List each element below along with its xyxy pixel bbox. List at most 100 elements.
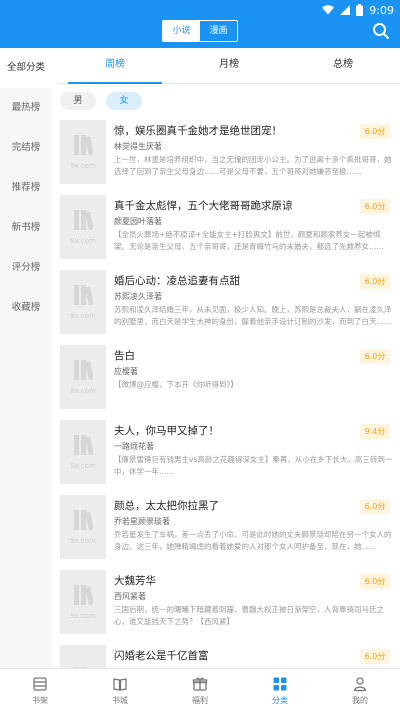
bookstore-icon xyxy=(113,677,127,691)
book-title: 大魏芳华 xyxy=(114,575,156,587)
book-description: 【廉景雷锤巨有钱男主vs高龄之花趣得深女主】秦苒，从小在乡下长大，高三转到一中，… xyxy=(114,455,393,476)
book-list-item[interactable]: 9x.com 惊，娱乐圈真千金她才是绝世团宠！ 林觉得生厌著 上一世，林墨是培养… xyxy=(58,120,400,186)
book-author: 颜夏园叶落著 xyxy=(114,217,162,226)
tab-comic[interactable]: 漫画 xyxy=(200,21,237,41)
book-list-item[interactable]: 9x.com 大魏芳华 西风紧著 三国后期，统一的曙曦下暗藏着阴霾，曹魏大权正被… xyxy=(58,570,400,636)
book-author: 应樱著 xyxy=(114,367,138,376)
battery-icon xyxy=(356,4,364,16)
book-cover: 9x.com xyxy=(60,495,106,559)
nav-label: 书架 xyxy=(32,695,48,705)
nav-welfare[interactable]: 福利 xyxy=(160,669,240,712)
top-app-bar: 9:09 小说 漫画 xyxy=(0,0,400,48)
tab-weekly[interactable]: 周榜 xyxy=(58,48,172,84)
book-title: 闪婚老公是千亿首富 xyxy=(114,650,209,662)
cover-watermark: 9x.com xyxy=(70,312,96,320)
book-title: 真千金太彪悍，五个大佬哥哥跪求原谅 xyxy=(114,200,293,212)
signal-icon xyxy=(340,5,351,15)
book-list-item[interactable]: 9x.com 婚后心动：凌总追妻有点甜 苏熙凌久泽著 苏熙和凌久泽结婚三年，从未… xyxy=(58,270,400,336)
book-list-item[interactable]: 9x.com 颜总，太太把你拉黑了 乔若星顾景琰著 乔若星发生了车祸，差一点丢了… xyxy=(58,495,400,561)
book-cover: 9x.com xyxy=(60,120,106,184)
book-title: 告白 xyxy=(114,350,135,362)
nav-profile[interactable]: 我的 xyxy=(320,669,400,712)
book-author: 林觉得生厌著 xyxy=(114,142,162,151)
sidebar-item-favorites[interactable]: 收藏榜 xyxy=(0,288,52,328)
book-description: 上一世，林墨是培养组织中，当之无愧的团宠小公主。为了逃离十多个疯批哥哥，她选择了… xyxy=(114,155,392,176)
bookshelf-icon xyxy=(33,676,47,691)
book-score: 9.4分 xyxy=(360,424,390,439)
book-description: 【微博@应樱，下本开《你听得到》】 xyxy=(114,380,238,389)
nav-bookshelf[interactable]: 书架 xyxy=(0,669,80,712)
book-author: 一路烦花著 xyxy=(114,442,154,451)
profile-icon xyxy=(353,676,367,691)
wifi-icon xyxy=(322,5,335,15)
nav-label: 我的 xyxy=(352,695,368,705)
gender-female-chip[interactable]: 女 xyxy=(106,92,142,110)
cover-watermark: 9x.com xyxy=(70,162,96,170)
cover-watermark: 9x.com xyxy=(70,387,96,395)
cover-watermark: 9x.com xyxy=(70,612,96,620)
nav-category[interactable]: 分类 xyxy=(240,669,320,712)
book-description: 三国后期，统一的曙曦下暗藏着阴霾，曹魏大权正被日渐架空，人背靠骑司马氏之心，谁又… xyxy=(114,605,384,626)
sidebar-item-hottest[interactable]: 最热榜 xyxy=(0,88,52,128)
cover-watermark: 9x.com xyxy=(70,537,96,545)
nav-label: 福利 xyxy=(192,695,208,705)
book-title: 夫人，你马甲又掉了！ xyxy=(114,425,219,437)
book-description: 乔若星发生了车祸，差一点丢了小命，可是此时她的丈夫顾景琰却陪在另一个女人的身边。… xyxy=(114,530,392,551)
book-list-item[interactable]: 9x.com 告白 应樱著 【微博@应樱，下本开《你听得到》】 6.0分 xyxy=(58,345,400,411)
book-score: 6.0分 xyxy=(360,649,390,664)
ranking-sidebar: 全部分类 最热榜 完结榜 推荐榜 新书榜 评分榜 收藏榜 xyxy=(0,48,52,668)
book-cover: 9x.com xyxy=(60,345,106,409)
tab-monthly[interactable]: 月榜 xyxy=(172,48,286,83)
book-title: 惊，娱乐圈真千金她才是绝世团宠！ xyxy=(114,125,282,137)
book-placeholder-icon xyxy=(74,210,93,231)
book-title: 颜总，太太把你拉黑了 xyxy=(114,500,219,512)
nav-bookstore[interactable]: 书城 xyxy=(80,669,160,712)
sidebar-item-recommended[interactable]: 推荐榜 xyxy=(0,168,52,208)
tab-total[interactable]: 总榜 xyxy=(286,48,400,83)
book-author: 乔若星顾景琰著 xyxy=(114,517,170,526)
book-description: 苏熙和凌久泽结婚三年，从未见面，极少人知。晚上，苏熙是总裁夫人，躺在凌久泽的别墅… xyxy=(114,305,392,326)
book-placeholder-icon xyxy=(74,285,93,306)
book-placeholder-icon xyxy=(74,585,93,606)
book-cover: 9x.com xyxy=(60,570,106,634)
book-cover: 9x.com xyxy=(60,270,106,334)
book-description: 【全员火葬场+绝不原谅+全能女主+打脸爽文】前世，颜夏和顾家养女一起被绑架。无论… xyxy=(114,230,384,251)
status-bar: 9:09 xyxy=(322,2,394,18)
book-placeholder-icon xyxy=(74,510,93,531)
gift-icon xyxy=(192,677,208,691)
nav-label: 书城 xyxy=(112,695,128,705)
book-title: 婚后心动：凌总追妻有点甜 xyxy=(114,275,240,287)
gender-filter: 男 女 xyxy=(60,92,142,110)
book-author: 西风紧著 xyxy=(114,592,146,601)
book-score: 6.0分 xyxy=(360,274,390,289)
cover-watermark: 9x.com xyxy=(70,237,96,245)
book-score: 6.0分 xyxy=(360,124,390,139)
book-cover: 9x.com xyxy=(60,195,106,259)
rank-period-tabs: 周榜 月榜 总榜 xyxy=(58,48,400,84)
sidebar-item-completed[interactable]: 完结榜 xyxy=(0,128,52,168)
sidebar-item-new[interactable]: 新书榜 xyxy=(0,208,52,248)
bottom-navigation: 书架 书城 福利 分类 我的 xyxy=(0,668,400,712)
book-list-item[interactable]: 9x.com 真千金太彪悍，五个大佬哥哥跪求原谅 颜夏园叶落著 【全员火葬场+绝… xyxy=(58,195,400,261)
book-cover: 9x.com xyxy=(60,420,106,484)
nav-label: 分类 xyxy=(272,695,288,705)
book-placeholder-icon xyxy=(74,435,93,456)
sidebar-item-rating[interactable]: 评分榜 xyxy=(0,248,52,288)
category-icon xyxy=(273,677,287,690)
book-score: 6.0分 xyxy=(360,574,390,589)
book-score: 6.0分 xyxy=(360,199,390,214)
sidebar-item-all[interactable]: 全部分类 xyxy=(0,48,52,88)
book-list-item[interactable]: 9x.com 夫人，你马甲又掉了！ 一路烦花著 【廉景雷锤巨有钱男主vs高龄之花… xyxy=(58,420,400,486)
content-type-switch: 小说 漫画 xyxy=(162,20,238,42)
search-button[interactable] xyxy=(372,22,390,40)
cover-watermark: 9x.com xyxy=(70,462,96,470)
book-placeholder-icon xyxy=(74,135,93,156)
tab-novel[interactable]: 小说 xyxy=(163,21,200,41)
book-score: 6.0分 xyxy=(360,499,390,514)
book-score: 6.0分 xyxy=(360,349,390,364)
status-time: 9:09 xyxy=(369,3,394,17)
search-icon xyxy=(373,23,389,39)
gender-male-chip[interactable]: 男 xyxy=(60,92,96,110)
book-author: 苏熙凌久泽著 xyxy=(114,292,162,301)
book-placeholder-icon xyxy=(74,360,93,381)
